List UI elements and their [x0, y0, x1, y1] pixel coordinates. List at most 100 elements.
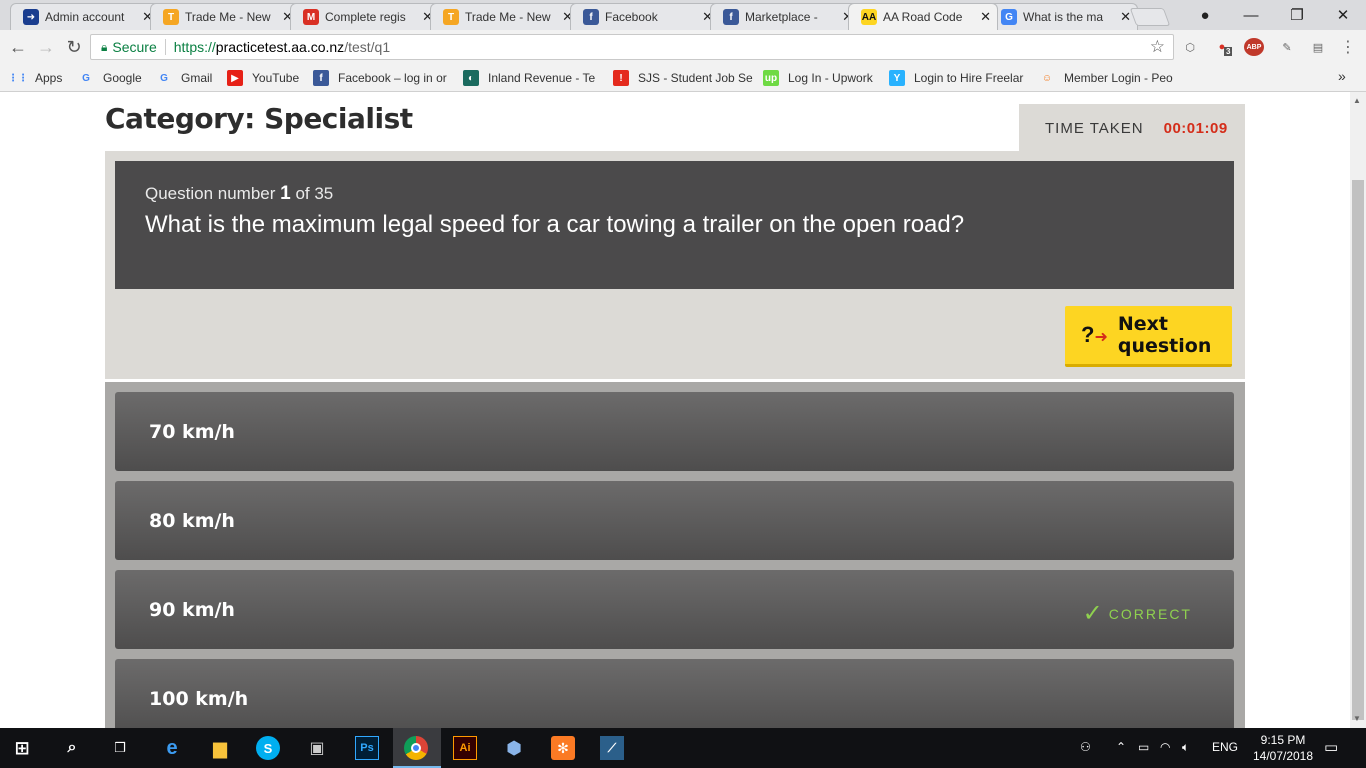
tab-title: Complete regis — [325, 10, 406, 24]
show-hidden-icons-icon[interactable]: ⌃ — [1116, 740, 1126, 754]
task-view-icon[interactable]: ❒ — [108, 736, 132, 760]
system-clock[interactable]: 9:15 PM 14/07/2018 — [1245, 732, 1321, 764]
battery-icon[interactable]: ▭ — [1138, 740, 1149, 754]
checkmark-icon: ✓ — [1082, 600, 1103, 627]
back-button[interactable]: ← — [6, 35, 30, 59]
scroll-down-icon[interactable]: ▼ — [1353, 714, 1361, 723]
search-icon[interactable]: ⌕ — [60, 736, 84, 760]
secure-label: Secure — [112, 39, 157, 55]
illustrator-icon[interactable]: Ai — [453, 736, 477, 760]
tab-title: AA Road Code — [883, 10, 963, 24]
profile-icon[interactable]: ● — [1182, 0, 1228, 30]
forward-button[interactable]: → — [34, 35, 58, 59]
bookmark-item[interactable]: ▶ YouTube — [227, 70, 299, 86]
answer-option[interactable]: 80 km/h — [115, 481, 1234, 560]
bookmark-item[interactable]: Y Login to Hire Freelar — [889, 70, 1023, 86]
language-indicator[interactable]: ENG — [1212, 740, 1238, 754]
photoshop-icon[interactable]: Ps — [355, 736, 379, 760]
browser-tab[interactable]: fMarketplace - ✕ — [710, 3, 860, 30]
shield-extension-icon[interactable]: ⬡ — [1180, 38, 1200, 56]
file-explorer-icon[interactable]: ▆ — [208, 736, 232, 760]
action-center-icon[interactable]: ▭ — [1324, 738, 1338, 756]
bookmark-item[interactable]: G Gmail — [156, 70, 212, 86]
answer-option[interactable]: 90 km/h ✓ CORRECT — [115, 570, 1234, 649]
minimize-button[interactable]: — — [1228, 0, 1274, 30]
pdf-extension-icon[interactable]: ▤ — [1308, 38, 1328, 56]
time-taken-box: TIME TAKEN 00:01:09 — [1019, 104, 1245, 152]
browser-tab[interactable]: f Facebook ✕ — [570, 3, 720, 30]
browser-tab[interactable]: AA AA Road Code ✕ — [848, 3, 998, 30]
adblock-plus-icon[interactable]: ABP — [1244, 38, 1264, 56]
question-number-value: 1 — [280, 183, 291, 204]
browser-tab[interactable]: T Trade Me - New ✕ — [150, 3, 300, 30]
bookmarks-bar: ⋮⋮ Apps G Google G Gmail ▶ YouTube f Facebook – l… — [0, 64, 1366, 92]
tab-close-icon[interactable]: ✕ — [1120, 9, 1131, 25]
bookmark-label: SJS - Student Job Se — [638, 71, 753, 85]
google-icon: G — [160, 72, 168, 84]
scroll-up-icon[interactable]: ▲ — [1353, 96, 1361, 105]
address-bar[interactable]: 🔒︎ Secure https://practicetest.aa.co.nz/… — [90, 34, 1174, 60]
chrome-menu-icon[interactable]: ⋮ — [1338, 38, 1358, 56]
bookmark-item[interactable]: G Google — [78, 70, 142, 86]
omnibox-divider — [164, 39, 166, 55]
virtualbox-icon[interactable]: ⬢ — [502, 736, 526, 760]
xampp-icon[interactable]: ✻ — [551, 736, 575, 760]
facebook-icon: f — [313, 70, 329, 86]
trademe-icon: T — [163, 9, 179, 25]
facebook-icon: f — [583, 9, 599, 25]
youtube-icon: ▶ — [227, 70, 243, 86]
new-tab-button[interactable] — [1129, 8, 1171, 26]
bookmark-label: Login to Hire Freelar — [914, 71, 1024, 85]
bookmark-item[interactable]: up Log In - Upwork — [763, 70, 873, 86]
facebook-icon: f — [723, 9, 739, 25]
eyedropper-extension-icon[interactable]: ✎ — [1277, 38, 1297, 56]
page-scrollbar[interactable]: ▲ ▼ — [1350, 92, 1366, 728]
restore-button[interactable]: ❐ — [1274, 0, 1320, 30]
mysql-workbench-icon[interactable]: ⟋ — [600, 736, 624, 760]
bookmark-item[interactable]: ☺ Member Login - Peo — [1039, 70, 1173, 86]
bookmark-item[interactable]: ◐ Inland Revenue - Te — [463, 70, 595, 86]
window-close-button[interactable]: ✕ — [1320, 0, 1366, 30]
bookmark-item[interactable]: ! SJS - Student Job Se — [613, 70, 753, 86]
chrome-icon[interactable] — [404, 736, 428, 760]
answer-option[interactable]: 100 km/h — [115, 659, 1234, 728]
arrow-circle-icon: ➜ — [23, 9, 39, 25]
windows-taskbar: ⊞ ⌕ ❒ e ▆ S ▣ Ps Ai ⬢ ✻ ⟋ ⚇ ⌃ ▭ ◠ 🔈︎ ENG… — [0, 728, 1366, 768]
trademe-icon: T — [443, 9, 459, 25]
next-question-icon: ?➜ — [1081, 322, 1108, 348]
start-icon[interactable]: ⊞ — [10, 736, 34, 760]
scroll-thumb[interactable] — [1352, 180, 1364, 720]
people-icon[interactable]: ⚇ — [1080, 740, 1091, 754]
reload-button[interactable]: ↻ — [62, 35, 86, 59]
tab-title: Trade Me - New — [185, 10, 271, 24]
skype-icon[interactable]: S — [256, 736, 280, 760]
aa-icon: AA — [861, 9, 877, 25]
sjs-icon: ! — [613, 70, 629, 86]
store-icon[interactable]: ▣ — [305, 736, 329, 760]
bookmark-item[interactable]: ⋮⋮ Apps — [8, 70, 62, 86]
next-question-label: Next question — [1117, 313, 1212, 357]
browser-tab[interactable]: G What is the ma ✕ — [988, 3, 1138, 30]
browser-tab[interactable]: M Complete regis ✕ — [290, 3, 440, 30]
browser-tab[interactable]: T Trade Me - New ✕ — [430, 3, 580, 30]
arrow-right-icon: ➜ — [1094, 329, 1108, 346]
lastpass-extension-icon[interactable]: ● 3 — [1212, 38, 1233, 56]
bookmarks-overflow-button[interactable]: » — [1338, 68, 1346, 84]
bookmark-label: Facebook – log in or — [338, 71, 447, 85]
bookmark-item[interactable]: f Facebook – log in or — [313, 70, 447, 86]
bookmark-star-icon[interactable]: ☆ — [1150, 37, 1165, 57]
question-total: of 35 — [295, 184, 334, 203]
url-text[interactable]: https://practicetest.aa.co.nz/test/q1 — [174, 39, 390, 55]
next-question-button[interactable]: ?➜ Next question — [1065, 306, 1232, 367]
clock-date: 14/07/2018 — [1252, 749, 1314, 763]
wifi-icon[interactable]: ◠ — [1160, 740, 1170, 754]
browser-toolbar: ← → ↻ 🔒︎ Secure https://practicetest.aa.… — [0, 30, 1366, 64]
volume-icon[interactable]: 🔈︎ — [1182, 740, 1189, 755]
edge-icon[interactable]: e — [160, 736, 184, 760]
bookmark-label: Member Login - Peo — [1064, 71, 1173, 85]
freelancer-icon: Y — [889, 70, 905, 86]
tab-close-icon[interactable]: ✕ — [980, 9, 991, 25]
browser-tab[interactable]: ➜ Admin account ✕ — [10, 3, 160, 30]
tab-title: Trade Me - New — [465, 10, 551, 24]
answer-option[interactable]: 70 km/h — [115, 392, 1234, 471]
